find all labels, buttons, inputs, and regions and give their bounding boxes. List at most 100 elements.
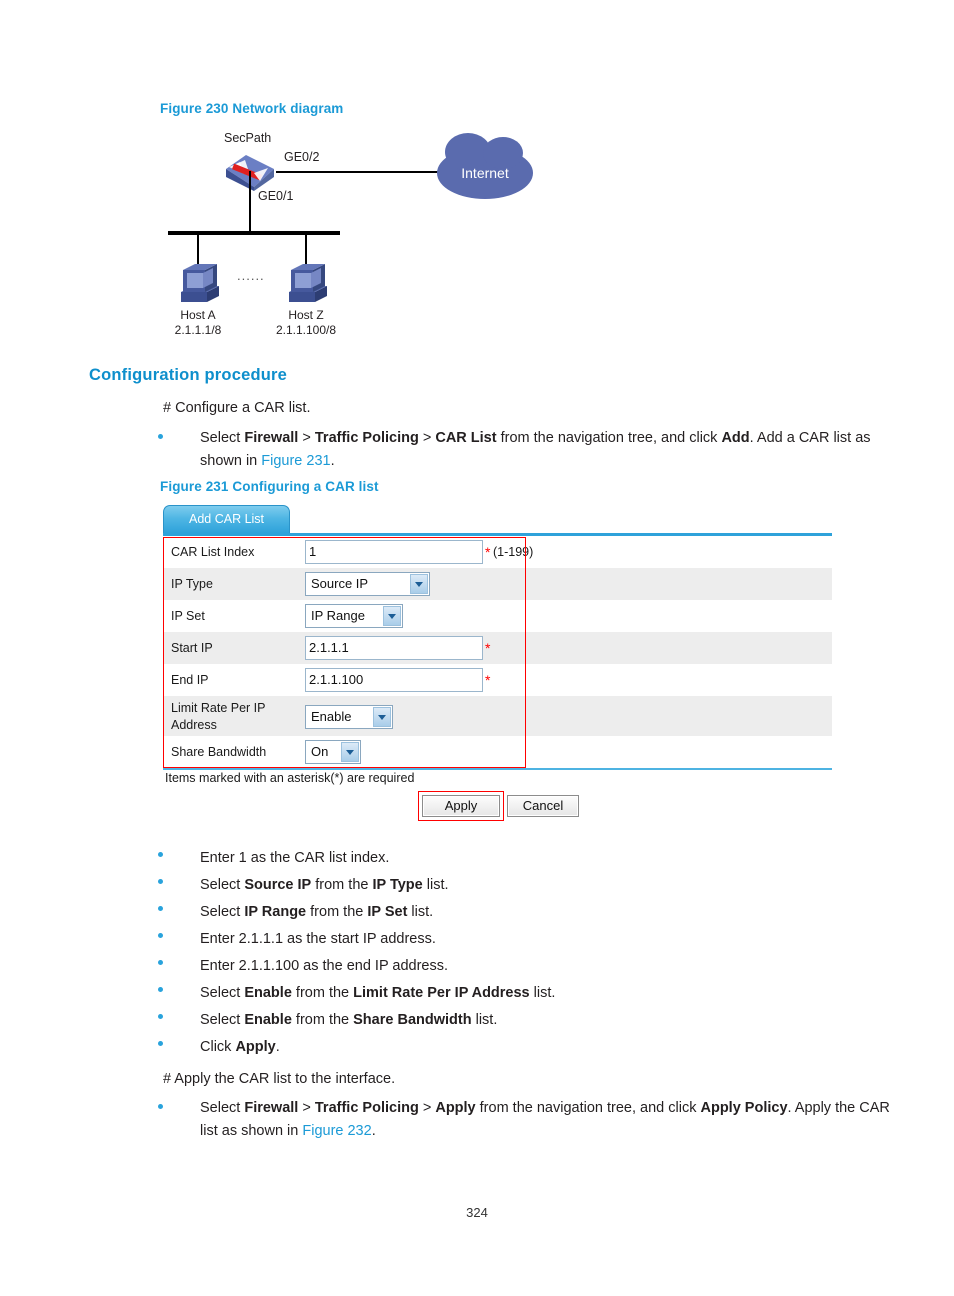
field-input[interactable]: 2.1.1.100: [305, 668, 483, 692]
field-label: Limit Rate Per IP Address: [171, 701, 266, 732]
apply-button[interactable]: Apply: [422, 795, 500, 817]
step-emphasis: IP Range: [244, 904, 307, 920]
form-row: End IP 2.1.1.100 *: [163, 664, 832, 696]
t: >: [298, 1100, 315, 1116]
configuration-procedure-heading: Configuration procedure: [89, 366, 288, 384]
step-text: from the: [291, 985, 354, 1001]
bullet-icon: [158, 987, 163, 992]
t: . Apply the: [787, 1100, 856, 1116]
host-a-address: 2.1.1.1/8: [174, 323, 222, 337]
lan-bus-line: [168, 231, 340, 235]
field-dropdown[interactable]: IP Range: [305, 604, 403, 628]
internet-cloud-label: Internet: [461, 165, 509, 181]
secpath-device-label: SecPath: [224, 131, 272, 145]
required-asterisk: *: [485, 640, 491, 656]
step-text: Click: [200, 1039, 236, 1055]
step-text: Select: [200, 1012, 245, 1028]
step-text: from the: [291, 1012, 354, 1028]
bullet-icon: [158, 906, 163, 911]
figure-232-xref[interactable]: Figure 232: [302, 1123, 371, 1139]
t: .: [330, 453, 335, 469]
required-asterisk: *: [485, 672, 491, 688]
chevron-down-icon[interactable]: [383, 606, 401, 626]
t: . Add a CAR list: [749, 430, 852, 446]
required-asterisk: *: [485, 544, 491, 560]
drop-host-a: [197, 233, 199, 265]
t: >: [298, 430, 315, 446]
form-row: Share Bandwidth On: [163, 736, 832, 768]
iface-ge02-label: GE0/2: [284, 150, 320, 164]
chevron-down-icon[interactable]: [373, 707, 391, 727]
tab-add-car-list-label: Add CAR List: [188, 512, 265, 526]
step-emphasis: Enable: [244, 1012, 292, 1028]
nav-firewall: Firewall: [244, 1100, 299, 1116]
host-z-address: 2.1.1.100/8: [275, 323, 337, 337]
cancel-button[interactable]: Cancel: [507, 795, 579, 817]
field-input[interactable]: 2.1.1.1: [305, 636, 483, 660]
field-input[interactable]: 1: [305, 540, 483, 564]
dropdown-value: Source IP: [311, 576, 369, 591]
host-z-caption: Host Z 2.1.1.100/8: [246, 308, 366, 338]
nav-traffic-policing: Traffic Policing: [314, 1100, 419, 1116]
host-z-icon: [281, 262, 331, 308]
bullet-icon: [158, 933, 163, 938]
field-label: Share Bandwidth: [171, 745, 267, 759]
step-text: Enter 2.1.1.100 as the end IP address.: [200, 958, 449, 974]
t: from the navigation tree, and click: [475, 1100, 701, 1116]
chevron-down-icon[interactable]: [410, 574, 428, 594]
t: >: [418, 1100, 436, 1116]
step-text: from the: [306, 904, 368, 920]
step-select-car-list-text: Select Firewall > Traffic Policing > CAR…: [200, 427, 910, 473]
nav-car-list: CAR List: [435, 430, 497, 446]
field-dropdown[interactable]: Source IP: [305, 572, 430, 596]
list-item-text: Enter 2.1.1.1 as the start IP address.: [200, 926, 436, 953]
step-text: list.: [529, 985, 556, 1001]
form-row: IP Set IP Range: [163, 600, 832, 632]
form-row: Limit Rate Per IP Address Enable: [163, 696, 832, 736]
list-item-text: Click Apply.: [200, 1034, 280, 1061]
field-dropdown[interactable]: Enable: [305, 705, 393, 729]
chevron-down-icon[interactable]: [341, 742, 359, 762]
form-row: CAR List Index 1 * (1-199): [163, 536, 832, 568]
apply-policy-ref: Apply Policy: [700, 1100, 788, 1116]
t: .: [371, 1123, 376, 1139]
host-z-name: Host Z: [288, 308, 324, 322]
t: Select: [200, 1100, 245, 1116]
figure-231-xref[interactable]: Figure 231: [261, 453, 330, 469]
car-list-form: CAR List Index 1 * (1-199) IP Type Source IP I…: [163, 536, 832, 768]
step-text: Select: [200, 985, 245, 1001]
field-label: Start IP: [171, 641, 213, 655]
drop-host-z: [305, 233, 307, 265]
t: from the navigation tree, and click: [496, 430, 722, 446]
page-number: 324: [466, 1205, 488, 1220]
step-text: list.: [471, 1012, 498, 1028]
iface-ge01-label: GE0/1: [258, 189, 294, 203]
dropdown-value: On: [311, 744, 329, 759]
step-emphasis: Share Bandwidth: [353, 1012, 472, 1028]
dropdown-value: Enable: [311, 709, 352, 724]
step-emphasis: IP Type: [372, 877, 423, 893]
figure-231-caption: Figure 231 Configuring a CAR list: [160, 479, 379, 494]
step-text: Enter 1 as the CAR list index.: [200, 850, 390, 866]
step-text: .: [275, 1039, 280, 1055]
step-text: list.: [407, 904, 434, 920]
list-item-text: Select IP Range from the IP Set list.: [200, 899, 433, 926]
host-a-icon: [173, 262, 223, 308]
step-text: list.: [422, 877, 449, 893]
step-emphasis: IP Set: [367, 904, 408, 920]
tab-add-car-list[interactable]: Add CAR List: [163, 505, 290, 533]
list-item-text: Enter 2.1.1.100 as the end IP address.: [200, 953, 448, 980]
step-text: Enter 2.1.1.1 as the start IP address.: [200, 931, 436, 947]
step-emphasis: Enable: [244, 985, 292, 1001]
bullet-icon: [158, 852, 163, 857]
list-item-text: Enter 1 as the CAR list index.: [200, 845, 389, 872]
form-row: Start IP 2.1.1.1 *: [163, 632, 832, 664]
bullet-icon: [158, 879, 163, 884]
host-a-name: Host A: [180, 308, 216, 322]
add-button-ref: Add: [721, 430, 750, 446]
step-emphasis: Limit Rate Per IP Address: [353, 985, 530, 1001]
add-car-list-screenshot: Add CAR List CAR List Index 1 * (1-199) IP T…: [163, 505, 832, 830]
dropdown-value: IP Range: [311, 608, 365, 623]
required-fields-note: Items marked with an asterisk(*) are req…: [165, 771, 415, 785]
field-dropdown[interactable]: On: [305, 740, 361, 764]
